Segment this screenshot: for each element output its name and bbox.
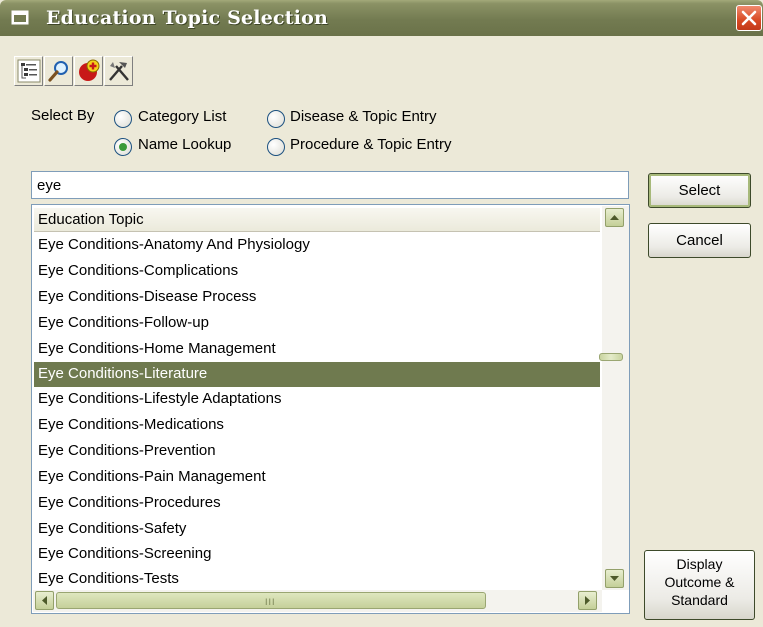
list-item[interactable]: Eye Conditions-Lifestyle Adaptations	[34, 387, 600, 412]
category-list-label[interactable]: Category List	[138, 108, 226, 125]
list-item[interactable]: Eye Conditions-Screening	[34, 542, 600, 567]
list-header-education-topic[interactable]: Education Topic	[34, 208, 600, 232]
select-button[interactable]: Select	[648, 173, 751, 208]
list-item[interactable]: Eye Conditions-Complications	[34, 259, 600, 284]
display-button-line2: Outcome &	[664, 574, 735, 590]
tree-view-button[interactable]	[14, 56, 43, 86]
education-topic-list[interactable]: Education Topic Eye Conditions-Anatomy A…	[31, 204, 630, 614]
list-item[interactable]: Eye Conditions-Pain Management	[34, 465, 600, 490]
medical-add-icon	[79, 59, 100, 81]
list-item-selected[interactable]: Eye Conditions-Literature	[34, 362, 600, 387]
scroll-right-button[interactable]	[578, 591, 597, 610]
scroll-down-button[interactable]	[605, 569, 624, 588]
vertical-scrollbar[interactable]	[602, 206, 629, 590]
list-item[interactable]: Eye Conditions-Safety	[34, 517, 600, 542]
vertical-scroll-thumb[interactable]	[599, 353, 623, 361]
tools-icon	[109, 62, 129, 81]
list-item[interactable]: Eye Conditions-Anatomy And Physiology	[34, 233, 600, 258]
list-item[interactable]: Eye Conditions-Prevention	[34, 439, 600, 464]
name-lookup-radio[interactable]	[114, 138, 132, 156]
list-item[interactable]: Eye Conditions-Follow-up	[34, 311, 600, 336]
education-topic-window: Education Topic Selection Select By Cate…	[0, 0, 763, 627]
close-icon	[741, 10, 757, 26]
name-lookup-label[interactable]: Name Lookup	[138, 136, 231, 153]
window-title: Education Topic Selection	[46, 7, 329, 29]
list-item[interactable]: Eye Conditions-Disease Process	[34, 285, 600, 310]
disease-topic-entry-radio[interactable]	[267, 110, 285, 128]
scroll-up-button[interactable]	[605, 208, 624, 227]
title-bar[interactable]: Education Topic Selection	[0, 0, 763, 36]
tools-button[interactable]	[104, 56, 133, 86]
list-item[interactable]: Eye Conditions-Home Management	[34, 337, 600, 362]
select-by-label: Select By	[31, 107, 95, 124]
category-list-radio[interactable]	[114, 110, 132, 128]
find-button[interactable]	[44, 56, 73, 86]
procedure-topic-entry-radio[interactable]	[267, 138, 285, 156]
window-icon	[11, 10, 29, 25]
cancel-button[interactable]: Cancel	[648, 223, 751, 258]
search-input[interactable]	[31, 171, 629, 199]
display-button-line1: Display	[676, 556, 723, 572]
scroll-left-button[interactable]	[35, 591, 54, 610]
magnifier-icon	[48, 61, 68, 82]
arrow-left-icon	[42, 596, 47, 605]
close-button[interactable]	[736, 5, 762, 31]
display-outcome-standard-button[interactable]: Display Outcome & Standard	[644, 550, 755, 620]
list-item[interactable]: Eye Conditions-Medications	[34, 413, 600, 438]
arrow-down-icon	[610, 576, 619, 581]
medical-add-button[interactable]	[74, 56, 103, 86]
list-item[interactable]: Eye Conditions-Tests	[34, 567, 600, 592]
horizontal-scrollbar[interactable]: III	[33, 590, 602, 612]
tree-list-icon	[17, 59, 41, 83]
arrow-up-icon	[610, 215, 619, 220]
arrow-right-icon	[585, 596, 590, 605]
procedure-topic-entry-label[interactable]: Procedure & Topic Entry	[290, 136, 451, 153]
scroll-grip: III	[265, 597, 276, 607]
list-item[interactable]: Eye Conditions-Procedures	[34, 491, 600, 516]
horizontal-scroll-thumb[interactable]: III	[56, 592, 486, 609]
disease-topic-entry-label[interactable]: Disease & Topic Entry	[290, 108, 436, 125]
display-button-line3: Standard	[671, 592, 728, 608]
